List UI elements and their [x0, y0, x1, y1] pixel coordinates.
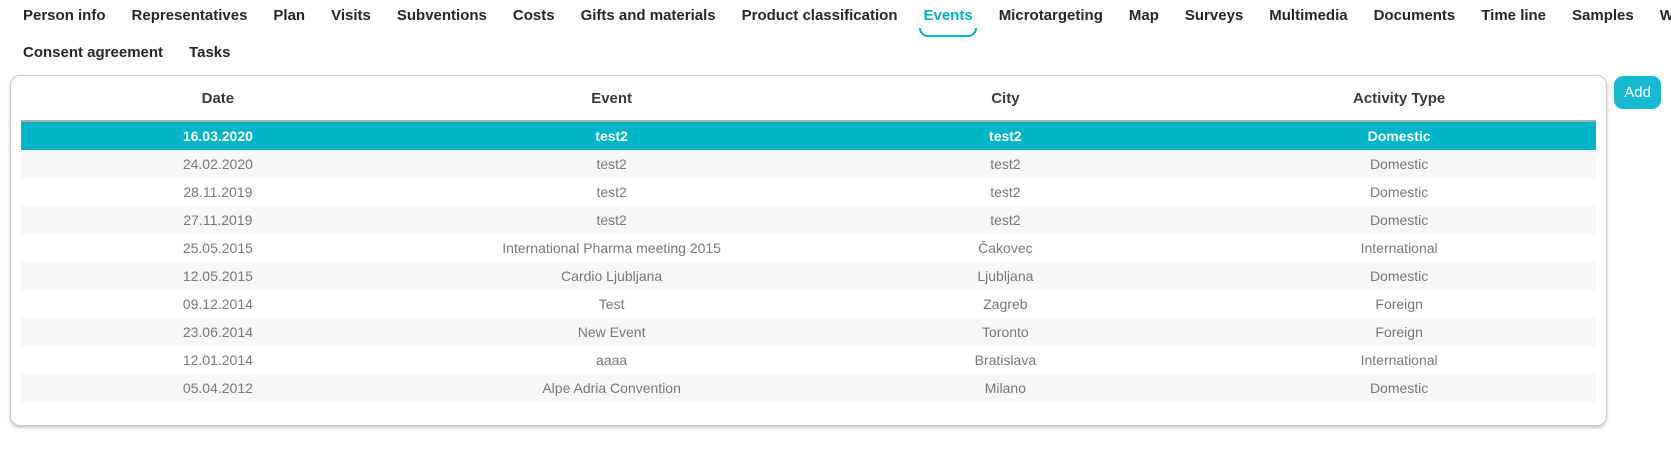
cell-city: Bratislava: [809, 352, 1203, 368]
table-header-row: Date Event City Activity Type: [21, 76, 1596, 122]
table-row[interactable]: 24.02.2020test2test2Domestic: [21, 150, 1596, 178]
cell-activity-type: International: [1202, 352, 1596, 368]
cell-city: test2: [809, 156, 1203, 172]
cell-event: Test: [415, 296, 809, 312]
table-row[interactable]: 27.11.2019test2test2Domestic: [21, 206, 1596, 234]
tab-map[interactable]: Map: [1116, 4, 1172, 28]
tab-tasks[interactable]: Tasks: [176, 41, 243, 65]
cell-activity-type: Domestic: [1202, 128, 1596, 144]
cell-city: Zagreb: [809, 296, 1203, 312]
tab-multimedia[interactable]: Multimedia: [1256, 4, 1360, 28]
column-header-activity-type: Activity Type: [1202, 90, 1596, 107]
cell-activity-type: Foreign: [1202, 324, 1596, 340]
table-row[interactable]: 09.12.2014TestZagrebForeign: [21, 290, 1596, 318]
cell-city: test2: [809, 184, 1203, 200]
tab-product-classification[interactable]: Product classification: [729, 4, 911, 28]
cell-event: aaaa: [415, 352, 809, 368]
cell-city: test2: [809, 212, 1203, 228]
cell-city: test2: [809, 128, 1203, 144]
cell-event: test2: [415, 184, 809, 200]
cell-event: Cardio Ljubljana: [415, 268, 809, 284]
cell-city: Ljubljana: [809, 268, 1203, 284]
cell-activity-type: International: [1202, 240, 1596, 256]
cell-city: Čakovec: [809, 240, 1203, 256]
cell-city: Toronto: [809, 324, 1203, 340]
tab-samples[interactable]: Samples: [1559, 4, 1647, 28]
table-row[interactable]: 12.01.2014aaaaBratislavaInternational: [21, 346, 1596, 374]
cell-activity-type: Foreign: [1202, 296, 1596, 312]
table-row[interactable]: 25.05.2015International Pharma meeting 2…: [21, 234, 1596, 262]
cell-event: test2: [415, 156, 809, 172]
table-row[interactable]: 12.05.2015Cardio LjubljanaLjubljanaDomes…: [21, 262, 1596, 290]
cell-date: 25.05.2015: [21, 240, 415, 256]
cell-event: Alpe Adria Convention: [415, 380, 809, 396]
tab-time-line[interactable]: Time line: [1468, 4, 1559, 28]
tab-bar: Person infoRepresentativesPlanVisitsSubv…: [0, 0, 1671, 65]
tab-consent-agreement[interactable]: Consent agreement: [10, 41, 176, 65]
add-button[interactable]: Add: [1614, 76, 1661, 109]
tab-documents[interactable]: Documents: [1361, 4, 1469, 28]
cell-date: 12.05.2015: [21, 268, 415, 284]
table-body: 16.03.2020test2test2Domestic24.02.2020te…: [21, 122, 1596, 402]
cell-activity-type: Domestic: [1202, 156, 1596, 172]
cell-activity-type: Domestic: [1202, 380, 1596, 396]
cell-date: 24.02.2020: [21, 156, 415, 172]
cell-activity-type: Domestic: [1202, 268, 1596, 284]
cell-date: 05.04.2012: [21, 380, 415, 396]
tab-gifts-and-materials[interactable]: Gifts and materials: [568, 4, 729, 28]
tab-microtargeting[interactable]: Microtargeting: [986, 4, 1116, 28]
cell-activity-type: Domestic: [1202, 212, 1596, 228]
table-row[interactable]: 28.11.2019test2test2Domestic: [21, 178, 1596, 206]
tab-row-2: Consent agreementTasks: [10, 41, 1671, 65]
cell-event: test2: [415, 128, 809, 144]
cell-date: 12.01.2014: [21, 352, 415, 368]
cell-city: Milano: [809, 380, 1203, 396]
tab-events[interactable]: Events: [910, 4, 985, 28]
column-header-event: Event: [415, 90, 809, 107]
cell-date: 28.11.2019: [21, 184, 415, 200]
tab-row-1: Person infoRepresentativesPlanVisitsSubv…: [10, 4, 1671, 28]
cell-date: 09.12.2014: [21, 296, 415, 312]
column-header-city: City: [809, 90, 1203, 107]
table-row[interactable]: 16.03.2020test2test2Domestic: [21, 122, 1596, 150]
cell-event: New Event: [415, 324, 809, 340]
cell-date: 23.06.2014: [21, 324, 415, 340]
column-header-date: Date: [21, 90, 415, 107]
table-row[interactable]: 23.06.2014New EventTorontoForeign: [21, 318, 1596, 346]
tab-work-addresses[interactable]: Work addresses: [1647, 4, 1671, 28]
tab-visits[interactable]: Visits: [318, 4, 384, 28]
cell-event: International Pharma meeting 2015: [415, 240, 809, 256]
cell-date: 27.11.2019: [21, 212, 415, 228]
tab-person-info[interactable]: Person info: [10, 4, 119, 28]
tab-subventions[interactable]: Subventions: [384, 4, 500, 28]
cell-date: 16.03.2020: [21, 128, 415, 144]
tab-plan[interactable]: Plan: [260, 4, 318, 28]
tab-costs[interactable]: Costs: [500, 4, 568, 28]
table-row[interactable]: 05.04.2012Alpe Adria ConventionMilanoDom…: [21, 374, 1596, 402]
events-table-card: Date Event City Activity Type 16.03.2020…: [10, 75, 1607, 426]
cell-activity-type: Domestic: [1202, 184, 1596, 200]
tab-surveys[interactable]: Surveys: [1172, 4, 1256, 28]
cell-event: test2: [415, 212, 809, 228]
tab-representatives[interactable]: Representatives: [119, 4, 261, 28]
